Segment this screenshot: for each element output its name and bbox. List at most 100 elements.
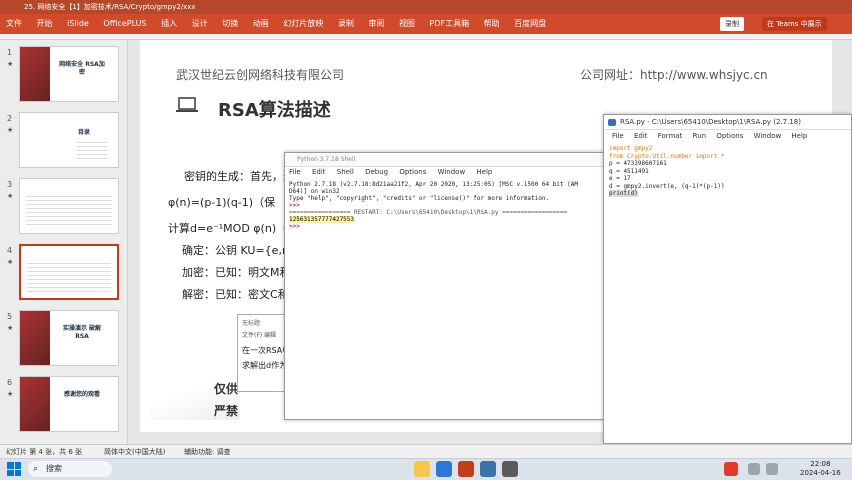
- thumb-number: 1: [7, 48, 13, 57]
- clock-time: 22:08: [810, 460, 831, 468]
- slide-thumbnail-2[interactable]: 目录: [19, 112, 119, 168]
- python-idle-icon[interactable]: [480, 461, 496, 477]
- tab-record[interactable]: 录制: [332, 14, 360, 34]
- editor-menu-file[interactable]: File: [612, 132, 624, 140]
- slide-thumbnail-5[interactable]: 实操演示 破解RSA: [19, 310, 119, 366]
- thumb-title: 感谢您的观看: [63, 391, 100, 398]
- tab-insert[interactable]: 插入: [155, 14, 183, 34]
- slide-text-line: 密钥的生成：首先，选: [184, 170, 294, 183]
- search-label: 搜索: [46, 464, 62, 473]
- slide-text-line: 计算d=e⁻¹MOD φ(n)（: [168, 222, 288, 235]
- idle-editor-window[interactable]: RSA.py - C:\Users\65410\Desktop\1\RSA.py…: [603, 114, 852, 444]
- slide-thumbnail-pane[interactable]: 1 ★ 网络安全 RSA加密 2 ★ 目录 3 ★ 4 ★ 5 ★ 实操演示 破…: [0, 40, 128, 444]
- code-line: from Crypto.Util.number import *: [609, 152, 725, 160]
- network-icon[interactable]: [748, 463, 760, 475]
- notepad-window[interactable]: 无标题 文件(F) 编辑 在一次RSA中 求解出d作为: [237, 314, 291, 392]
- tab-baidu-netdisk[interactable]: 百度网盘: [508, 14, 552, 34]
- shell-menu-window[interactable]: Window: [438, 168, 466, 176]
- thumb-text-lines: [26, 193, 112, 227]
- editor-menu-format[interactable]: Format: [658, 132, 683, 140]
- editor-menubar: File Edit Format Run Options Window Help: [604, 130, 851, 142]
- browser-icon[interactable]: [436, 461, 452, 477]
- shell-banner-line: D64)] on win32: [289, 188, 340, 195]
- editor-menu-window[interactable]: Window: [754, 132, 782, 140]
- powerpoint-icon[interactable]: [458, 461, 474, 477]
- shell-banner-line: Python 2.7.18 (v2.7.18:8d21aa21f2, Apr 2…: [289, 181, 578, 188]
- python-shell-window[interactable]: Python 3.7.18 Shell File Edit Shell Debu…: [284, 152, 604, 420]
- thumb-title: 实操演示 破解RSA: [62, 325, 102, 340]
- app-icon[interactable]: [502, 461, 518, 477]
- shell-menu-options[interactable]: Options: [399, 168, 426, 176]
- tab-animations[interactable]: 动画: [247, 14, 275, 34]
- shell-console[interactable]: Python 2.7.18 (v2.7.18:8d21aa21f2, Apr 2…: [285, 177, 603, 234]
- notepad-menu[interactable]: 文件(F) 编辑: [238, 330, 284, 339]
- editor-menu-edit[interactable]: Edit: [634, 132, 648, 140]
- shell-banner-line: Type "help", "copyright", "credits" or "…: [289, 195, 550, 202]
- present-in-teams-button[interactable]: 在 Teams 中展示: [762, 17, 827, 31]
- shell-menu-debug[interactable]: Debug: [365, 168, 388, 176]
- tab-review[interactable]: 审阅: [362, 14, 390, 34]
- animation-star-icon: ★: [7, 390, 14, 398]
- tab-pdf-tools[interactable]: PDF工具箱: [423, 14, 475, 34]
- shell-menu-shell[interactable]: Shell: [337, 168, 354, 176]
- tab-view[interactable]: 视图: [393, 14, 421, 34]
- company-website: 公司网址：http://www.whsjyc.cn: [580, 68, 768, 82]
- tab-officeplus[interactable]: OfficePLUS: [97, 14, 152, 34]
- language-indicator[interactable]: 简体中文(中国大陆): [104, 445, 165, 459]
- shell-menu-edit[interactable]: Edit: [312, 168, 326, 176]
- tab-slideshow[interactable]: 幻灯片放映: [277, 14, 329, 34]
- slide-thumbnail-1[interactable]: 网络安全 RSA加密: [19, 46, 119, 102]
- code-line: e = 17: [609, 175, 631, 182]
- slide-thumbnail-6[interactable]: 感谢您的观看: [19, 376, 119, 432]
- accessibility-status[interactable]: 辅助功能: 调查: [184, 445, 231, 459]
- slide-thumbnail-3[interactable]: [19, 178, 119, 234]
- taskbar-search[interactable]: ⌕ 搜索: [28, 461, 112, 477]
- volume-icon[interactable]: [766, 463, 778, 475]
- shell-menu-file[interactable]: File: [289, 168, 301, 176]
- animation-star-icon: ★: [7, 324, 14, 332]
- code-line: import gmpy2: [609, 145, 653, 152]
- slide-text-line: 解密：已知：密文C和: [182, 288, 289, 301]
- editor-menu-options[interactable]: Options: [716, 132, 743, 140]
- slide-bottom-text: 仅供: [214, 382, 239, 396]
- status-bar: 幻灯片 第 4 张，共 6 张 简体中文(中国大陆) 辅助功能: 调查: [0, 444, 852, 458]
- input-method-icon[interactable]: [724, 462, 738, 476]
- cover-image: [20, 311, 50, 365]
- file-explorer-icon[interactable]: [414, 461, 430, 477]
- shell-title-bar[interactable]: Python 3.7.18 Shell: [285, 153, 603, 167]
- thumb-number: 4: [7, 246, 13, 255]
- slide-title: RSA算法描述: [218, 100, 331, 121]
- notepad-line: 求解出d作为: [242, 361, 288, 370]
- thumb-number: 6: [7, 378, 13, 387]
- shell-output-value: 125631357777427553: [289, 216, 355, 223]
- record-button[interactable]: 录制: [720, 17, 744, 31]
- tab-file[interactable]: 文件: [0, 14, 28, 34]
- window-title: 25. 网络安全【1】加密技术/RSA/Crypto/gmpy2/xxx: [24, 3, 196, 11]
- thumb-number: 5: [7, 312, 13, 321]
- taskbar-clock[interactable]: 22:08 2024-04-16: [800, 460, 841, 478]
- slide-text-line: 确定：公钥 KU={e,n: [182, 244, 289, 257]
- editor-menu-help[interactable]: Help: [791, 132, 807, 140]
- thumb-number: 2: [7, 114, 13, 123]
- thumb-number: 3: [7, 180, 13, 189]
- notepad-line: 在一次RSA中: [242, 346, 291, 355]
- start-windows-icon[interactable]: [7, 462, 21, 476]
- code-editor[interactable]: import gmpy2 from Crypto.Util.number impo…: [604, 142, 851, 201]
- slide-text-line: 加密：已知：明文M和: [182, 266, 291, 279]
- editor-title-bar[interactable]: RSA.py - C:\Users\65410\Desktop\1\RSA.py…: [604, 115, 851, 130]
- editor-menu-run[interactable]: Run: [693, 132, 706, 140]
- clock-date: 2024-04-16: [800, 469, 841, 477]
- tab-design[interactable]: 设计: [186, 14, 214, 34]
- tab-islide[interactable]: iSlide: [61, 14, 95, 34]
- tab-help[interactable]: 帮助: [478, 14, 506, 34]
- animation-star-icon: ★: [7, 258, 14, 266]
- python-icon: [608, 119, 616, 126]
- slide-thumbnail-4-selected[interactable]: [19, 244, 119, 300]
- tab-home[interactable]: 开始: [31, 14, 59, 34]
- tab-transitions[interactable]: 切换: [216, 14, 244, 34]
- thumb-title: 目录: [77, 129, 90, 136]
- shell-menu-help[interactable]: Help: [476, 168, 492, 176]
- company-name: 武汉世纪云创网络科技有限公司: [176, 68, 345, 82]
- ribbon-tabs: 文件 开始 iSlide OfficePLUS 插入 设计 切换 动画 幻灯片放…: [0, 14, 852, 34]
- shell-prompt: >>>: [289, 202, 304, 209]
